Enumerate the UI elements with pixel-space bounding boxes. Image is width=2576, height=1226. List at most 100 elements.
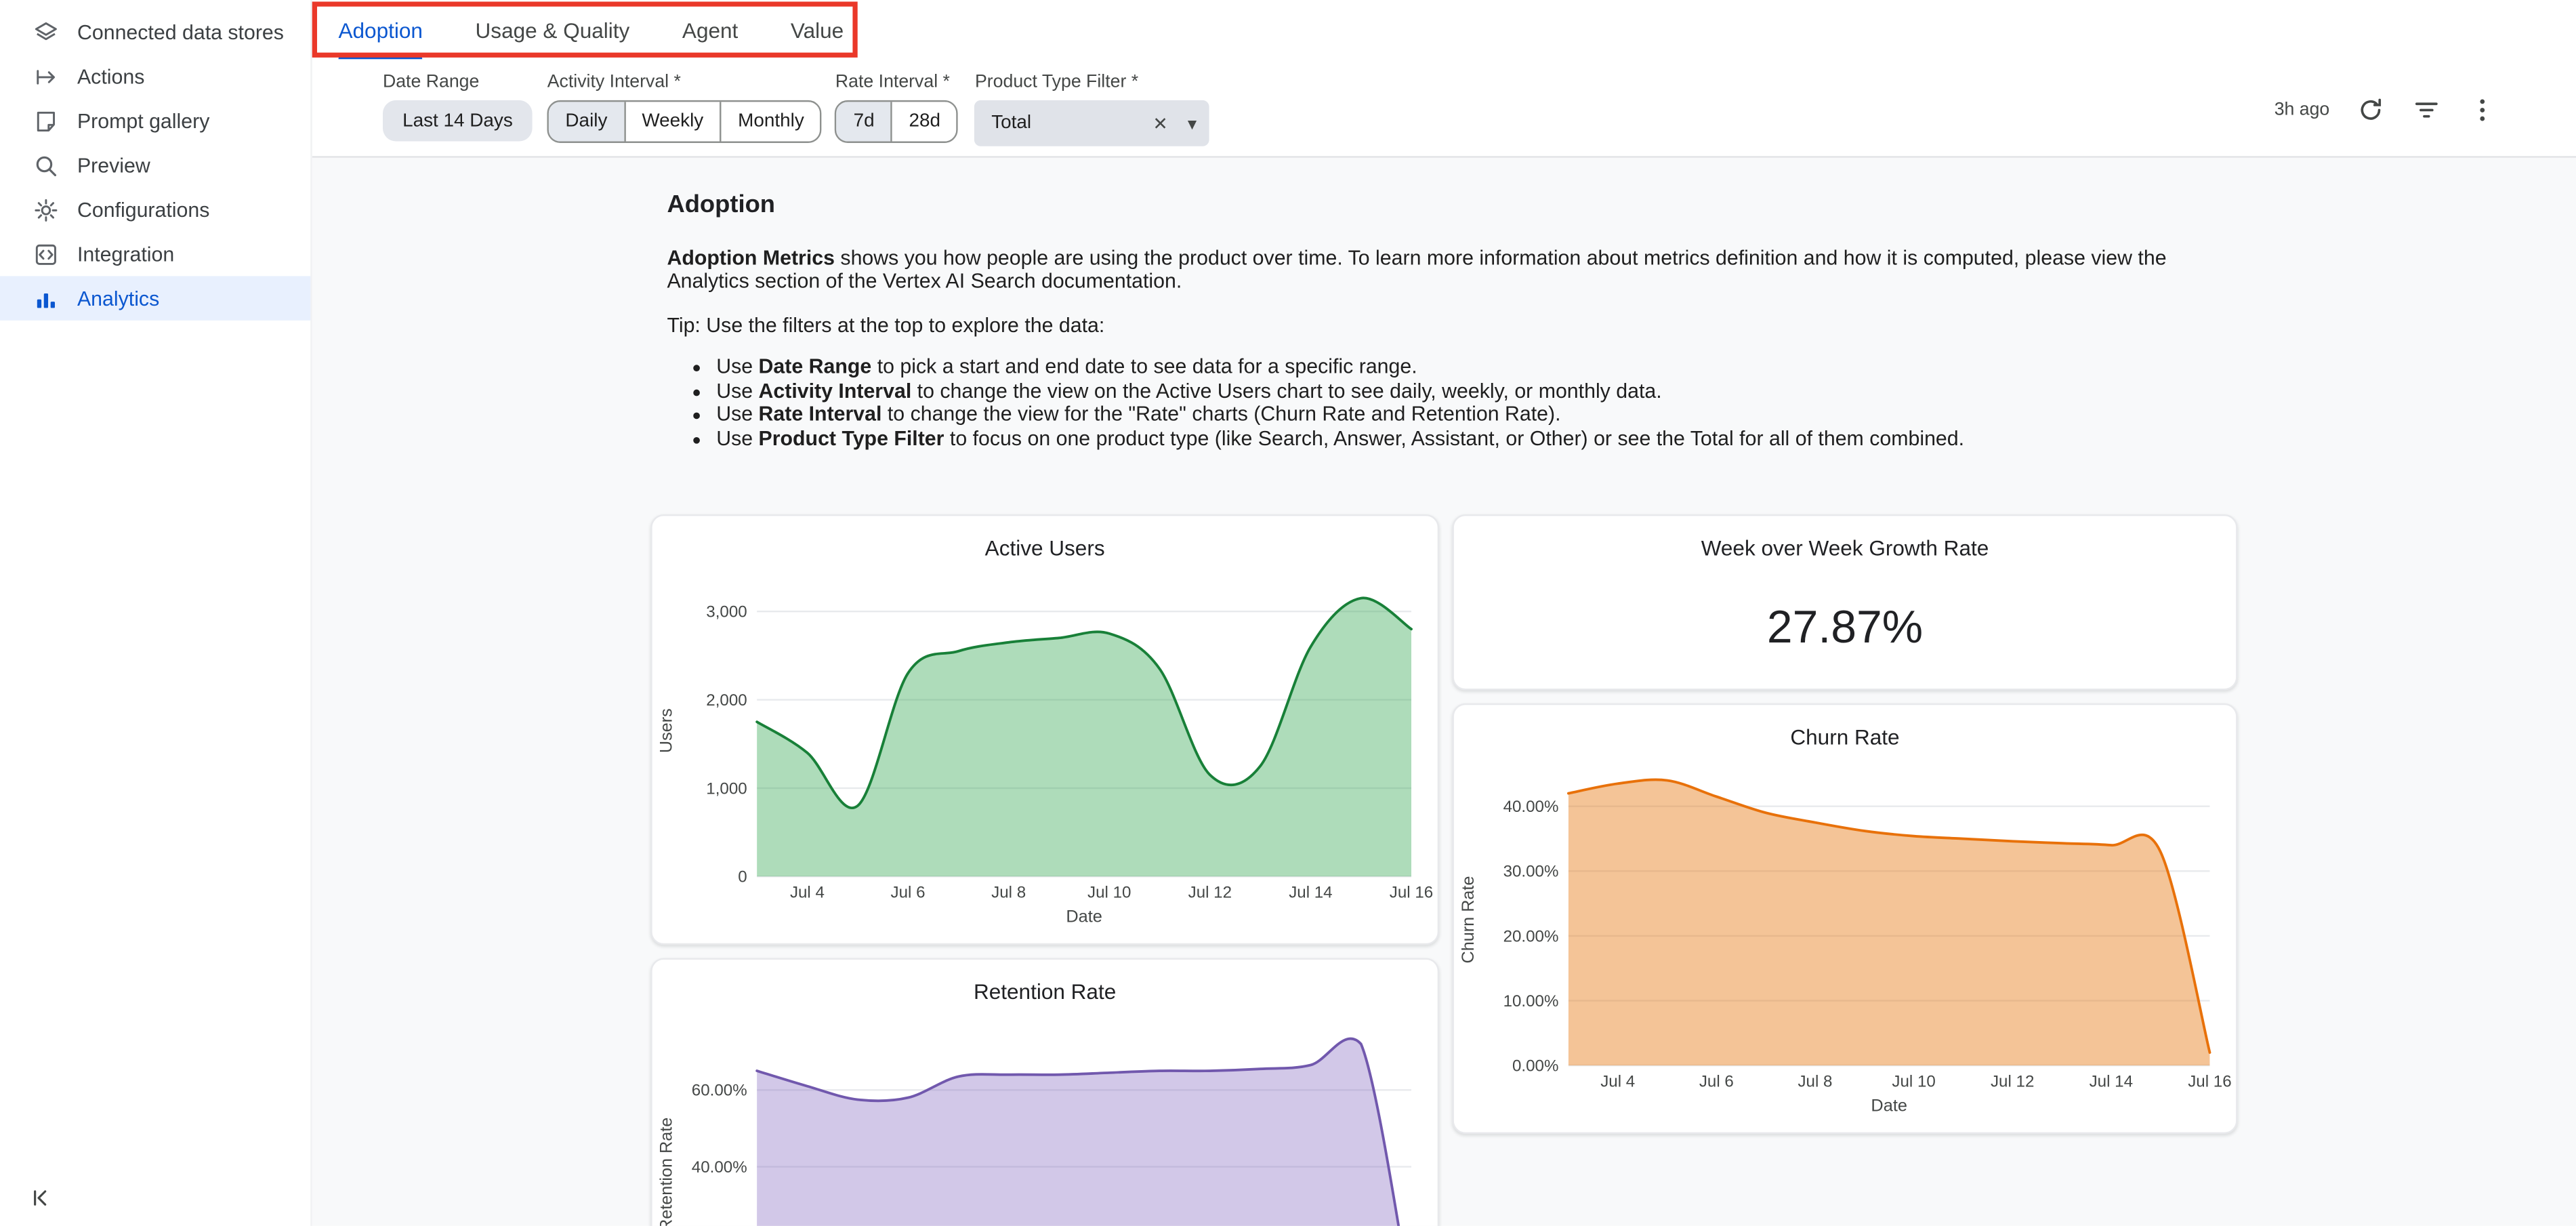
sidebar-item-preview[interactable]: Preview xyxy=(0,143,310,187)
intro-rest: shows you how people are using the produ… xyxy=(667,246,2166,293)
sidebar-item-label: Actions xyxy=(77,65,144,88)
sidebar-item-analytics[interactable]: Analytics xyxy=(0,276,310,320)
sidebar-item-label: Configurations xyxy=(77,198,209,221)
svg-text:Jul 8: Jul 8 xyxy=(991,884,1026,902)
svg-text:Jul 14: Jul 14 xyxy=(2090,1072,2133,1090)
activity-interval-segmented: Daily Weekly Monthly xyxy=(547,100,823,143)
svg-text:Jul 12: Jul 12 xyxy=(1991,1072,2034,1090)
tip-line: Tip: Use the filters at the top to explo… xyxy=(667,313,2195,337)
date-range-chip[interactable]: Last 14 Days xyxy=(383,100,533,142)
svg-text:Jul 12: Jul 12 xyxy=(1188,884,1232,902)
svg-text:Jul 6: Jul 6 xyxy=(1699,1072,1734,1090)
tab-agent[interactable]: Agent xyxy=(656,0,764,59)
tab-adoption[interactable]: Adoption xyxy=(312,0,449,59)
svg-text:40.00%: 40.00% xyxy=(1503,798,1559,816)
sidebar-item-actions[interactable]: Actions xyxy=(0,54,310,98)
clear-selection-icon[interactable]: ✕ xyxy=(1143,113,1178,134)
svg-text:Jul 10: Jul 10 xyxy=(1087,884,1131,902)
svg-text:Jul 4: Jul 4 xyxy=(1600,1072,1635,1090)
activity-daily-button[interactable]: Daily xyxy=(549,102,623,141)
product-type-filter: Product Type Filter * Total ✕ ▾ xyxy=(975,73,1210,146)
svg-text:Jul 16: Jul 16 xyxy=(2188,1072,2231,1090)
date-range-filter: Date Range Last 14 Days xyxy=(383,73,533,142)
svg-text:1,000: 1,000 xyxy=(706,779,747,798)
preview-search-icon xyxy=(33,152,59,178)
collapse-chevron-icon xyxy=(28,1185,54,1211)
refresh-icon xyxy=(2356,96,2386,125)
filter-bar: Date Range Last 14 Days Activity Interva… xyxy=(312,59,2576,157)
sidebar-item-connected-data-stores[interactable]: Connected data stores xyxy=(0,10,310,54)
date-range-label: Date Range xyxy=(383,73,533,92)
chevron-down-icon[interactable]: ▾ xyxy=(1178,113,1197,134)
churn-rate-area-chart: 0.00% 10.00% 20.00% 30.00% 40.00% Jul 4 Jul 6 J… xyxy=(1454,764,2236,1132)
analytics-bar-chart-icon xyxy=(33,285,59,312)
actions-icon xyxy=(33,63,59,89)
filter-bar-actions: 3h ago xyxy=(2274,96,2543,125)
chart-title: Churn Rate xyxy=(1454,705,2236,764)
page-title: Adoption xyxy=(667,194,2195,218)
sidebar-nav: Connected data stores Actions Prompt gal… xyxy=(0,0,310,321)
svg-text:Jul 16: Jul 16 xyxy=(1390,884,1433,902)
svg-text:30.00%: 30.00% xyxy=(1503,863,1559,881)
svg-text:Jul 10: Jul 10 xyxy=(1892,1072,1935,1090)
activity-monthly-button[interactable]: Monthly xyxy=(720,102,820,141)
chart-title: Week over Week Growth Rate xyxy=(1454,516,2236,575)
last-refreshed-text: 3h ago xyxy=(2274,100,2330,120)
activity-interval-label: Activity Interval * xyxy=(547,73,823,92)
rate-interval-filter: Rate Interval * 7d 28d xyxy=(835,73,959,143)
activity-weekly-button[interactable]: Weekly xyxy=(624,102,720,141)
product-type-label: Product Type Filter * xyxy=(975,73,1210,92)
prompt-gallery-icon xyxy=(33,108,59,134)
retention-rate-chart-card: Retention Rate 40.00%60.00%Jul 4Jul 6Jul… xyxy=(650,958,1439,1226)
data-stores-icon xyxy=(33,19,59,45)
svg-text:10.00%: 10.00% xyxy=(1503,992,1559,1010)
product-type-select[interactable]: Total ✕ ▾ xyxy=(975,100,1210,146)
sidebar-item-prompt-gallery[interactable]: Prompt gallery xyxy=(0,98,310,142)
svg-text:40.00%: 40.00% xyxy=(692,1158,747,1177)
tips-list: Use Date Range to pick a start and end d… xyxy=(667,355,2195,451)
retention-rate-area-chart: 40.00%60.00%Jul 4Jul 6Jul 8Jul 10Jul 12J… xyxy=(652,1019,1438,1226)
tip-item: Use Date Range to pick a start and end d… xyxy=(716,355,2195,379)
filter-button[interactable] xyxy=(2412,96,2442,125)
active-users-area-chart: 01,0002,0003,000Jul 4Jul 6Jul 8Jul 10Jul… xyxy=(652,575,1438,943)
sidebar-item-label: Connected data stores xyxy=(77,20,284,43)
intro-bold: Adoption Metrics xyxy=(667,246,835,269)
chart-title: Active Users xyxy=(652,516,1438,575)
svg-text:20.00%: 20.00% xyxy=(1503,927,1559,945)
page-root: Connected data stores Actions Prompt gal… xyxy=(0,0,2576,1226)
svg-text:Jul 6: Jul 6 xyxy=(891,884,926,902)
more-vert-icon xyxy=(2468,96,2497,125)
sidebar-collapse-button[interactable] xyxy=(23,1180,59,1216)
svg-text:Jul 4: Jul 4 xyxy=(790,884,825,902)
sidebar-item-label: Preview xyxy=(77,154,150,177)
tip-item: Use Activity Interval to change the view… xyxy=(716,379,2195,403)
tip-item: Use Product Type Filter to focus on one … xyxy=(716,426,2195,450)
rate-7d-button[interactable]: 7d xyxy=(837,102,891,141)
svg-text:Date: Date xyxy=(1871,1096,1907,1115)
svg-text:0: 0 xyxy=(738,868,747,886)
active-users-chart-card: Active Users 01,0002,0003,000Jul 4Jul 6J… xyxy=(650,514,1439,945)
svg-text:Jul 14: Jul 14 xyxy=(1289,884,1332,902)
svg-text:Date: Date xyxy=(1066,907,1102,926)
svg-text:Churn Rate: Churn Rate xyxy=(1459,876,1478,964)
growth-rate-value: 27.87% xyxy=(1454,601,2236,654)
intro-paragraph: Adoption Metrics shows you how people ar… xyxy=(667,246,2195,293)
sidebar-item-label: Prompt gallery xyxy=(77,109,209,132)
svg-text:Users: Users xyxy=(657,708,676,753)
tab-usage-quality[interactable]: Usage & Quality xyxy=(449,0,656,59)
intro-text-block: Adoption Adoption Metrics shows you how … xyxy=(667,194,2195,450)
svg-text:0.00%: 0.00% xyxy=(1512,1057,1558,1076)
sidebar-item-integration[interactable]: Integration xyxy=(0,232,310,276)
refresh-button[interactable] xyxy=(2356,96,2386,125)
svg-text:2,000: 2,000 xyxy=(706,691,747,710)
tip-item: Use Rate Interval to change the view for… xyxy=(716,403,2195,426)
svg-text:Jul 8: Jul 8 xyxy=(1798,1072,1832,1090)
integration-icon xyxy=(33,241,59,267)
more-options-button[interactable] xyxy=(2468,96,2497,125)
rate-interval-segmented: 7d 28d xyxy=(835,100,959,143)
sidebar-item-configurations[interactable]: Configurations xyxy=(0,187,310,231)
tab-value[interactable]: Value xyxy=(764,0,870,59)
sidebar-item-label: Integration xyxy=(77,243,174,266)
tab-bar: Adoption Usage & Quality Agent Value xyxy=(312,0,2576,59)
rate-28d-button[interactable]: 28d xyxy=(891,102,957,141)
